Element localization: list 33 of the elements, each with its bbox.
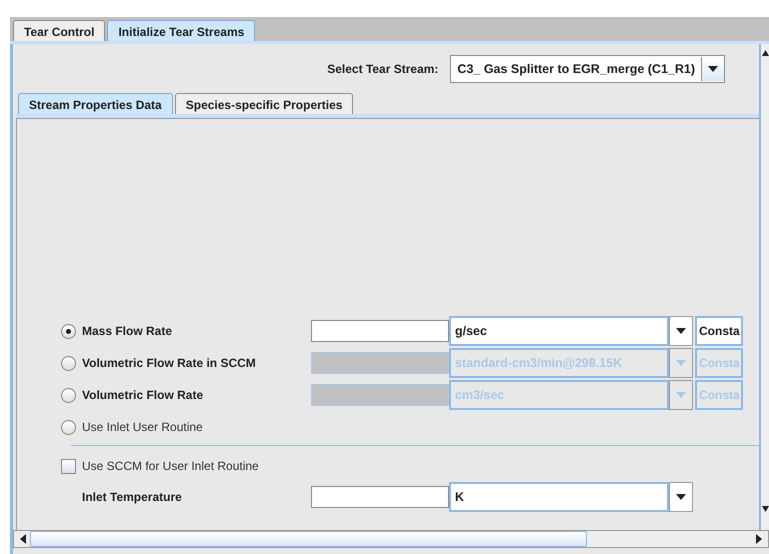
vertical-scrollbar[interactable] (759, 44, 769, 530)
dropdown-button[interactable] (669, 316, 693, 346)
radio-button[interactable] (61, 324, 76, 338)
mode-dropdown[interactable]: Consta (695, 316, 743, 346)
horizontal-scrollbar[interactable] (13, 530, 769, 548)
unit-dropdown[interactable]: K (449, 482, 669, 512)
tab[interactable]: Species-specific Properties (174, 93, 354, 114)
value-field[interactable] (311, 320, 449, 342)
dropdown-arrow-icon (676, 328, 686, 334)
unit-dropdown[interactable]: g/sec (449, 316, 669, 346)
option-label: Mass Flow Rate (82, 324, 172, 338)
dropdown-arrow-icon (676, 494, 686, 500)
option-label: Volumetric Flow Rate in SCCM (82, 356, 256, 370)
dropdown-arrow-icon (676, 392, 686, 398)
scroll-down-icon[interactable] (762, 506, 768, 512)
dropdown-arrow-icon (676, 360, 686, 366)
scroll-left-icon[interactable] (20, 534, 26, 544)
value-field[interactable] (311, 486, 449, 508)
checkbox-label: Use SCCM for User Inlet Routine (82, 459, 259, 473)
tab[interactable]: Stream Properties Data (18, 93, 173, 114)
tab[interactable]: Initialize Tear Streams (107, 20, 256, 41)
field-label: Select Tear Stream: (327, 62, 438, 76)
option-label: Use Inlet User Routine (82, 420, 203, 434)
option-label: Volumetric Flow Rate (82, 388, 204, 402)
scroll-right-icon[interactable] (756, 534, 762, 544)
dropdown-arrow-icon (708, 66, 718, 72)
tab[interactable]: Tear Control (13, 20, 106, 41)
tear-stream-dropdown[interactable]: C3_ Gas Splitter to EGR_merge (C1_R1) (450, 55, 725, 83)
scroll-up-icon[interactable] (762, 50, 768, 56)
dropdown-button[interactable] (669, 482, 693, 512)
checkbox[interactable] (61, 458, 76, 474)
field-label: Inlet Temperature (82, 490, 182, 504)
radio-button[interactable] (61, 420, 76, 434)
